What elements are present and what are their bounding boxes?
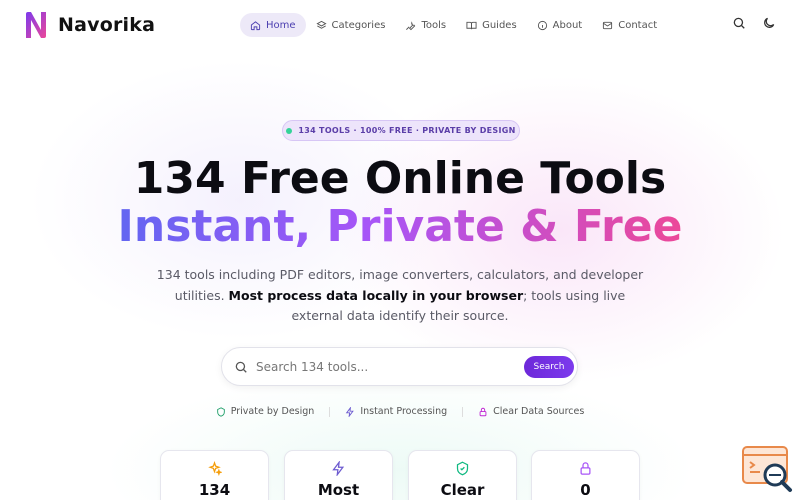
floating-search-widget-icon[interactable] (741, 445, 793, 493)
hero-subtitle-text: Instant, Private & Free (117, 201, 683, 252)
nav-item-label: Contact (618, 19, 658, 31)
nav-item-label: About (552, 19, 583, 31)
hero-title: 134 Free Online Tools (133, 153, 667, 204)
nav-item-label: Guides (482, 19, 517, 31)
lock-icon (479, 407, 487, 416)
stat-card-tracking: 0 (531, 450, 640, 500)
hero-description-bold: Most process data locally in your browse… (228, 287, 524, 303)
nav-item-categories[interactable]: Categories (306, 13, 396, 37)
header-actions (732, 16, 776, 30)
nav-item-guides[interactable]: Guides (456, 13, 527, 37)
hero-subtitle: Instant, Private & Free (0, 201, 800, 253)
feature-sources: Clear Data Sources (463, 406, 599, 417)
stat-card-local: Most (284, 450, 393, 500)
hero-badge-text: 134 TOOLS · 100% FREE · PRIVATE BY DESIG… (298, 126, 516, 135)
shield-check-icon (456, 461, 469, 476)
stat-value: 0 (580, 481, 591, 499)
nav-item-label: Categories (331, 19, 386, 31)
brand-logo[interactable]: Navorika (24, 11, 155, 39)
nav-item-tools[interactable]: Tools (395, 13, 456, 37)
nav-item-label: Home (266, 19, 296, 31)
feature-label: Clear Data Sources (493, 406, 585, 417)
zap-icon (332, 461, 345, 476)
layers-icon (315, 20, 327, 29)
stat-value: Most (317, 481, 360, 499)
feature-label: Private by Design (230, 406, 315, 417)
shield-icon (216, 406, 225, 417)
search-icon (235, 361, 247, 373)
info-icon (537, 20, 547, 30)
moon-icon[interactable] (762, 16, 776, 30)
zap-icon (346, 406, 355, 417)
mail-icon (603, 21, 613, 29)
brand-name: Navorika (58, 14, 156, 36)
search-button[interactable]: Search (524, 356, 574, 378)
lock-icon (580, 462, 591, 475)
search-input[interactable] (256, 356, 506, 378)
book-icon (466, 21, 477, 29)
stat-value: Clear (440, 481, 485, 499)
main-nav: Home Categories Tools Guides About Conta… (240, 13, 667, 37)
stat-card-sources: Clear (408, 450, 517, 500)
site-header: Navorika Home Categories Tools Guides Ab… (0, 0, 800, 50)
nav-item-home[interactable]: Home (240, 13, 306, 37)
hero-description: 134 tools including PDF editors, image c… (150, 265, 650, 327)
stat-value: 134 (198, 481, 231, 499)
stat-card-tools: 134 (160, 450, 269, 500)
logo-icon (26, 12, 46, 38)
nav-item-contact[interactable]: Contact (592, 13, 667, 37)
tool-search-bar: Search (221, 347, 578, 386)
status-dot (286, 127, 293, 134)
nav-item-about[interactable]: About (527, 13, 593, 37)
hero-badge: 134 TOOLS · 100% FREE · PRIVATE BY DESIG… (282, 120, 520, 141)
sparkles-icon (208, 461, 222, 476)
search-icon[interactable] (732, 16, 746, 30)
feature-private: Private by Design (201, 406, 330, 417)
feature-list: Private by Design Instant Processing Cle… (0, 406, 800, 417)
nav-item-label: Tools (421, 19, 447, 31)
home-icon (250, 20, 261, 30)
feature-label: Instant Processing (360, 406, 448, 417)
wrench-icon (406, 20, 416, 30)
feature-instant: Instant Processing (330, 406, 462, 417)
